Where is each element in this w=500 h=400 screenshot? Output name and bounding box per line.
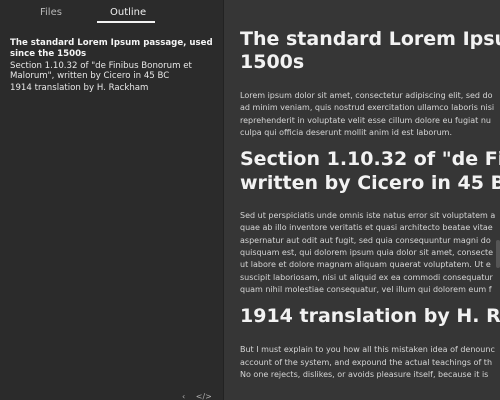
- paragraph-line: ad minim veniam, quis nostrud exercitati…: [240, 103, 495, 113]
- sidebar: Files Outline The standard Lorem Ipsum p…: [0, 0, 224, 400]
- code-view-icon[interactable]: </>: [196, 392, 212, 400]
- document-content: The standard Lorem Ipsum 1500s Lorem ips…: [240, 28, 500, 381]
- paragraph-1: Lorem ipsum dolor sit amet, consectetur …: [240, 90, 500, 139]
- paragraph-line: aspernatur aut odit aut fugit, sed quia …: [240, 235, 491, 245]
- section-heading-1: Section 1.10.32 of "de Finib written by …: [240, 147, 500, 195]
- paragraph-3: But I must explain to you how all this m…: [240, 344, 500, 381]
- editor-scrollbar[interactable]: [496, 240, 500, 268]
- paragraph-2: Sed ut perspiciatis unde omnis iste natu…: [240, 210, 500, 296]
- outline-list: The standard Lorem Ipsum passage, used s…: [10, 38, 215, 95]
- paragraph-line: quae ab illo inventore veritatis et quas…: [240, 223, 493, 233]
- document-title: The standard Lorem Ipsum 1500s: [240, 28, 500, 74]
- app-window: Files Outline The standard Lorem Ipsum p…: [0, 0, 500, 400]
- section-heading-1-line-1: Section 1.10.32 of "de Finib: [240, 148, 500, 171]
- section-heading-1-line-2: written by Cicero in 45 BC: [240, 172, 500, 195]
- outline-item-heading-2[interactable]: Section 1.10.32 of "de Finibus Bonorum e…: [10, 61, 215, 83]
- chevron-left-icon[interactable]: ‹: [182, 392, 185, 400]
- paragraph-line: account of the system, and expound the a…: [240, 357, 493, 367]
- paragraph-line: reprehenderit in voluptate velit esse ci…: [240, 115, 491, 125]
- tab-outline[interactable]: Outline: [110, 7, 146, 18]
- title-line-2: 1500s: [240, 51, 305, 73]
- tab-files[interactable]: Files: [40, 7, 62, 18]
- paragraph-line: quam nihil molestiae consequatur, vel il…: [240, 284, 492, 294]
- paragraph-line: ut labore et dolore magnam aliquam quaer…: [240, 260, 491, 270]
- paragraph-line: culpa qui officia deserunt mollit anim i…: [240, 127, 452, 137]
- editor-pane[interactable]: The standard Lorem Ipsum 1500s Lorem ips…: [224, 0, 500, 400]
- active-tab-indicator: [97, 21, 155, 23]
- sidebar-tabs: Files Outline: [0, 0, 223, 30]
- paragraph-line: suscipit laboriosam, nisi ut aliquid ex …: [240, 272, 493, 282]
- paragraph-line: Sed ut perspiciatis unde omnis iste natu…: [240, 211, 496, 221]
- section-heading-2: 1914 translation by H. Rack: [240, 305, 500, 328]
- paragraph-line: But I must explain to you how all this m…: [240, 345, 495, 355]
- outline-item-heading-3[interactable]: 1914 translation by H. Rackham: [10, 83, 215, 94]
- sidebar-footer: ‹ </>: [182, 392, 220, 400]
- paragraph-line: quisquam est, qui dolorem ipsum quia dol…: [240, 248, 494, 258]
- outline-item-heading-1[interactable]: The standard Lorem Ipsum passage, used s…: [10, 38, 215, 60]
- paragraph-line: Lorem ipsum dolor sit amet, consectetur …: [240, 91, 493, 100]
- paragraph-line: No one rejects, dislikes, or avoids plea…: [240, 369, 489, 379]
- title-line-1: The standard Lorem Ipsum: [240, 28, 500, 50]
